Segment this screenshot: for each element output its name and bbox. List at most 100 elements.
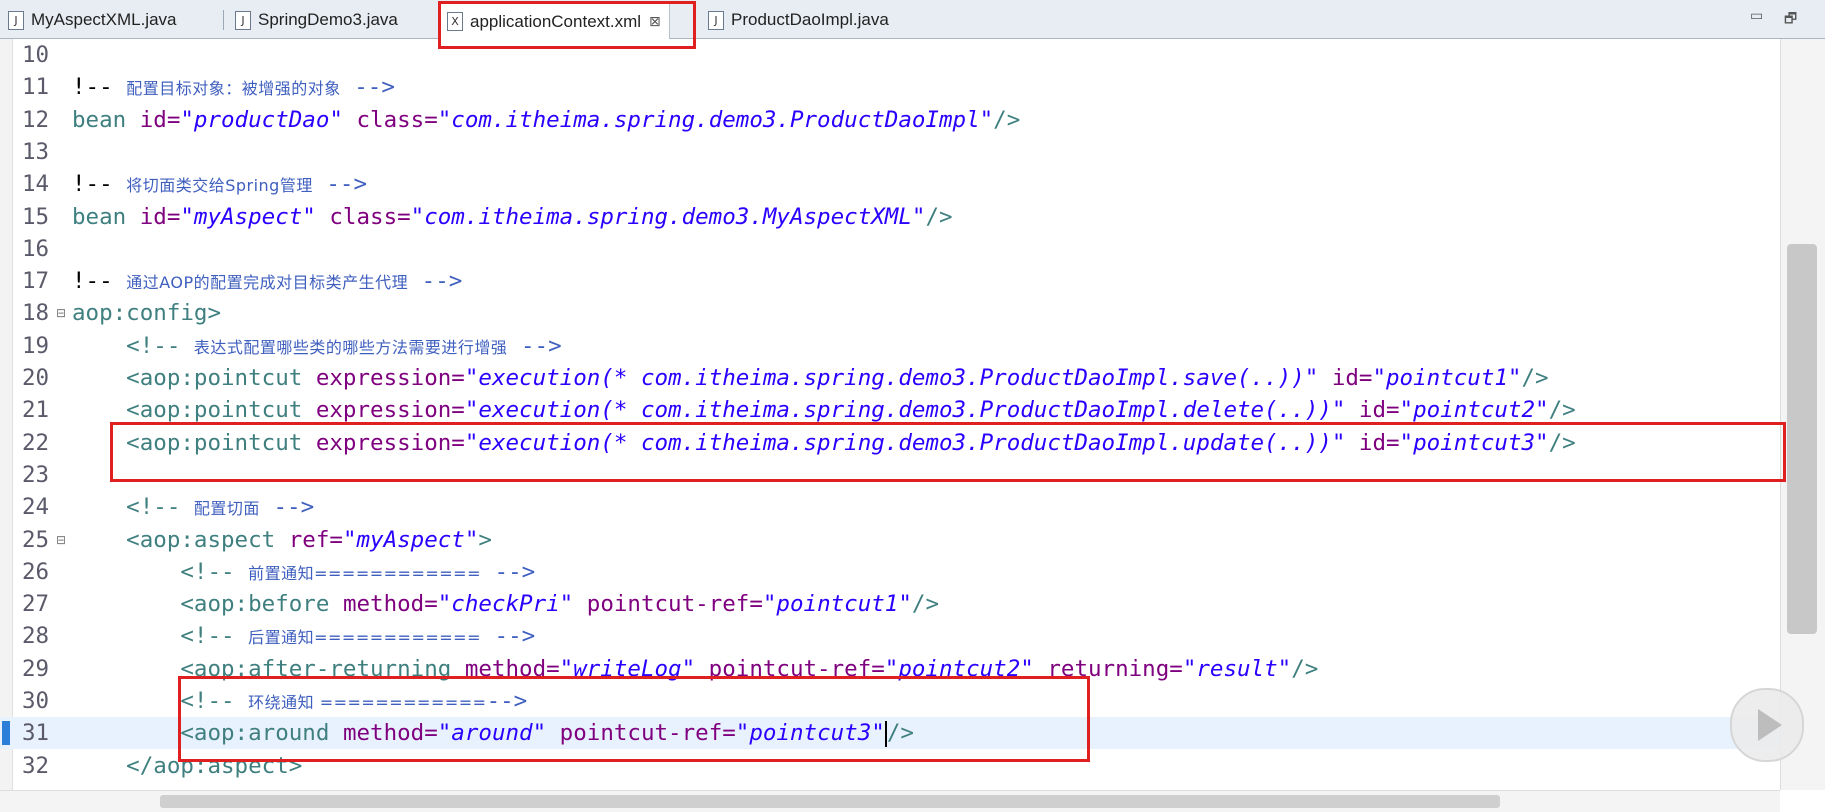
code-line[interactable]: 19 <!-- 表达式配置哪些类的哪些方法需要进行增强 --> [0,330,1780,362]
code-line[interactable]: 26 <!-- 前置通知============ --> [0,556,1780,588]
line-number: 17 [22,268,50,295]
code-line[interactable]: 15 bean id="myAspect" class="com.itheima.… [0,201,1780,233]
code-token: --> [340,74,395,101]
code-token: pointcut-ref= [573,591,763,618]
code-line[interactable]: 27 <aop:before method="checkPri" pointcu… [0,588,1780,620]
line-number: 11 [22,74,50,101]
code-token: id= [139,106,181,133]
line-number: 13 [22,138,50,165]
code-line[interactable]: 17 !-- 通过AOP的配置完成对目标类产生代理 --> [0,265,1780,297]
tab-label: SpringDemo3.java [258,10,398,29]
code-text: bean id="myAspect" class="com.itheima.sp… [72,201,953,233]
code-token: expression= [315,365,465,391]
code-token: expression= [315,397,465,424]
code-text: <aop:pointcut expression="execution(* co… [72,362,1548,394]
code-line[interactable]: 10 [0,39,1780,71]
vertical-scrollbar[interactable] [1780,39,1825,790]
code-text: !-- 通过AOP的配置完成对目标类产生代理 --> [72,265,462,299]
line-number: 16 [22,235,50,262]
comment-text: 将切面类交给Spring管理 [126,176,313,196]
code-token: !-- [72,268,127,295]
comment-text: 配置切面 [193,499,260,519]
code-token: id= [1345,397,1400,424]
code-token: --> [408,268,463,295]
horizontal-scrollbar-thumb[interactable] [160,795,1500,808]
minimize-icon[interactable]: ▭ [1750,8,1763,24]
java-file-icon: J [708,10,724,30]
code-token: id= [1318,365,1373,391]
line-number: 24 [22,494,50,521]
code-line[interactable]: 28 <!-- 后置通知============ --> [0,620,1780,652]
java-file-icon: J [8,10,24,30]
code-token: /> [911,591,939,618]
code-token: bean [72,106,140,133]
tab-productdaoimpl[interactable]: J ProductDaoImpl.java [708,4,889,36]
line-number: 15 [22,203,50,230]
code-line[interactable]: 11 !-- 配置目标对象：被增强的对象 --> [0,71,1780,103]
line-number: 27 [22,591,50,618]
code-token: /> [925,203,953,230]
code-token: --> [481,558,536,585]
code-line[interactable]: 20 <aop:pointcut expression="execution(*… [0,362,1780,394]
code-token: /> [1291,655,1319,682]
line-number: 26 [22,558,50,585]
code-line[interactable]: 12 bean id="productDao" class="com.itheim… [0,104,1780,136]
line-number: 28 [22,623,50,650]
code-token: !-- [72,171,127,198]
maximize-icon[interactable]: 🗗 [1784,8,1797,32]
fold-toggle-icon[interactable]: ⊟ [56,524,66,556]
tab-label: ProductDaoImpl.java [731,10,889,29]
code-text: <aop:before method="checkPri" pointcut-r… [72,588,939,620]
java-file-icon: J [235,10,251,30]
line-number: 31 [22,720,50,747]
line-number: 20 [22,365,50,391]
code-text: <!-- 表达式配置哪些类的哪些方法需要进行增强 --> [72,330,562,364]
line-number: 12 [22,106,50,133]
code-line[interactable]: 25 ⊟ <aop:aspect ref="myAspect"> [0,524,1780,556]
comment-text: 配置目标对象：被增强的对象 [126,79,341,99]
code-token: --> [312,171,368,198]
code-token: bean [72,203,140,230]
code-line[interactable]: 13 [0,136,1780,168]
code-token: "myAspect" [342,526,479,553]
code-line[interactable]: 24 <!-- 配置切面 --> [0,491,1780,523]
code-token: class= [342,106,438,133]
code-text: <aop:aspect ref="myAspect"> [72,524,492,556]
code-token: "pointcut1" [1372,365,1522,391]
line-number: 30 [22,688,50,714]
horizontal-scrollbar[interactable] [0,790,1780,812]
code-token: id= [139,203,181,230]
code-token: <!-- [72,494,194,521]
tab-springdemo3[interactable]: J SpringDemo3.java [235,4,398,36]
code-token: <!-- [72,558,249,585]
code-text: aop:config> [72,297,221,329]
code-text: !-- 将切面类交给Spring管理 --> [72,168,367,202]
code-token: /> [993,106,1021,133]
code-line[interactable]: 18 ⊟ aop:config> [0,297,1780,329]
play-button[interactable] [1730,688,1804,762]
code-line[interactable]: 16 [0,233,1780,265]
code-text: <!-- 前置通知============ --> [72,556,535,590]
code-token: <aop:before [72,591,343,618]
comment-text: 通过AOP的配置完成对目标类产生代理 [126,273,409,293]
line-number: 19 [22,332,50,359]
line-number: 21 [22,397,50,424]
code-token: "pointcut1" [762,591,912,618]
code-token: "myAspect" [180,203,316,230]
code-text: !-- 配置目标对象：被增强的对象 --> [72,71,395,105]
tab-myaspectxml[interactable]: J MyAspectXML.java [8,4,177,36]
code-token: <aop:pointcut [72,365,316,391]
code-line[interactable]: 14 !-- 将切面类交给Spring管理 --> [0,168,1780,200]
code-token: --> [259,494,315,521]
fold-toggle-icon[interactable]: ⊟ [56,297,66,329]
code-token: class= [315,203,411,230]
editor-tab-bar: J MyAspectXML.java J SpringDemo3.java X … [0,0,1825,39]
code-token: "com.itheima.spring.demo3.MyAspectXML" [410,203,926,230]
comment-text: 表达式配置哪些类的哪些方法需要进行增强 [193,337,508,357]
current-line-marker [2,721,10,746]
line-number: 29 [22,655,50,682]
vertical-scrollbar-thumb[interactable] [1787,244,1817,634]
code-token: <aop:pointcut [72,397,316,424]
code-token: aop:config> [72,300,222,327]
code-token: --> [507,332,562,359]
